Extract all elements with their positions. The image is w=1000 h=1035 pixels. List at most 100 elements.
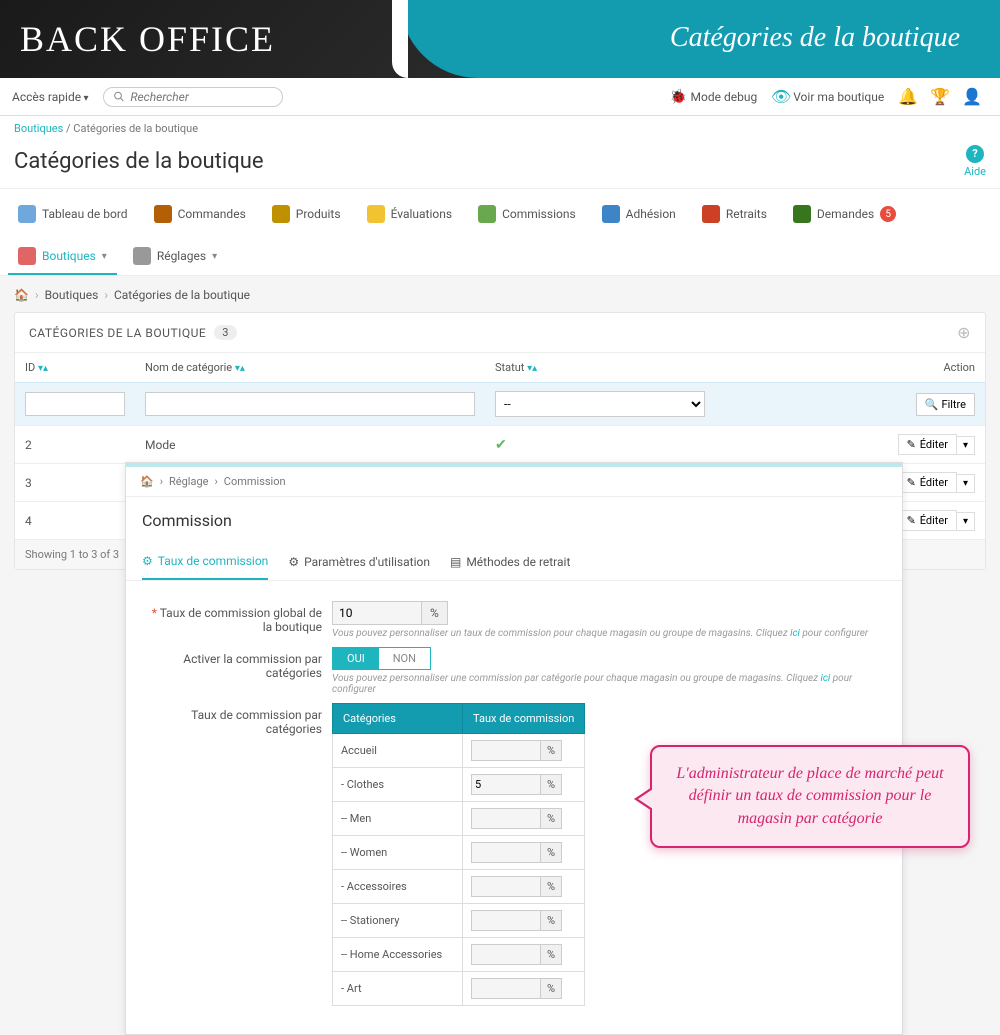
filter-id-input[interactable]	[25, 392, 125, 416]
quick-access-dropdown[interactable]: Accès rapide	[12, 90, 89, 104]
enable-bycat-toggle[interactable]: OUINON	[332, 647, 431, 670]
eye-icon: 👁	[773, 89, 789, 105]
hint-link[interactable]: ici	[820, 673, 830, 684]
col-name[interactable]: Nom de catégorie	[145, 361, 232, 374]
banner-title-right: Catégories de la boutique	[670, 22, 960, 54]
percent-addon: %	[541, 978, 562, 999]
home-icon[interactable]: 🏠	[140, 475, 154, 488]
user-avatar-icon[interactable]: 👤	[962, 87, 982, 106]
tab-dashboard[interactable]: Tableau de bord	[8, 197, 138, 233]
cat-name: -- Women	[333, 836, 463, 870]
overlay-tab-usage[interactable]: ⚙Paramètres d'utilisation	[288, 544, 430, 580]
cat-rate-input[interactable]	[471, 876, 541, 897]
help-button[interactable]: ?Aide	[964, 145, 986, 178]
percent-addon: %	[541, 774, 562, 795]
cat-rate-input[interactable]	[471, 842, 541, 863]
edit-dropdown[interactable]: ▾	[957, 436, 975, 455]
tab-products[interactable]: Produits	[262, 197, 351, 233]
overlay-tab-rate[interactable]: ⚙Taux de commission	[142, 544, 268, 580]
count-chip: 3	[214, 325, 237, 340]
tab-withdrawals[interactable]: Retraits	[692, 197, 777, 233]
chevron-down-icon: ▾	[212, 251, 217, 262]
percent-addon: %	[541, 842, 562, 863]
breadcrumb-current: Catégories de la boutique	[73, 122, 198, 135]
tab-requests[interactable]: Demandes5	[783, 197, 906, 233]
category-row: -- Women %	[333, 836, 585, 870]
category-row: -- Stationery %	[333, 904, 585, 938]
edit-button[interactable]: ✎ Éditer	[898, 434, 957, 455]
filter-button[interactable]: 🔍Filtre	[916, 393, 975, 416]
cat-rate-input[interactable]	[471, 944, 541, 965]
global-rate-label: Taux de commission global de la boutique	[160, 606, 322, 634]
category-row: - Accessoires %	[333, 870, 585, 904]
overlay-breadcrumb: 🏠› Réglage› Commission	[126, 467, 902, 497]
tab-ratings[interactable]: Évaluations	[357, 197, 463, 233]
edit-button[interactable]: ✎ Éditer	[898, 510, 957, 531]
col-status[interactable]: Statut	[495, 361, 524, 374]
banner-title-left: BACK OFFICE	[20, 18, 275, 60]
cat-name: -- Stationery	[333, 904, 463, 938]
bycat-hint: Vous pouvez personnaliser une commission…	[332, 673, 886, 695]
cat-rate-input[interactable]	[471, 808, 541, 829]
enable-bycat-label: Activer la commission par catégories	[183, 652, 322, 680]
category-row: -- Home Accessories %	[333, 938, 585, 972]
chevron-down-icon: ▾	[102, 251, 107, 262]
notifications-icon[interactable]: 🔔	[898, 87, 918, 106]
crumb2-shops[interactable]: Boutiques	[45, 288, 99, 302]
category-row: - Clothes %	[333, 768, 585, 802]
col-id[interactable]: ID	[25, 361, 35, 374]
edit-dropdown[interactable]: ▾	[957, 474, 975, 493]
cat-rate-input[interactable]	[471, 910, 541, 931]
tab-shops[interactable]: Boutiques▾	[8, 239, 117, 275]
global-rate-input[interactable]	[332, 601, 422, 625]
add-button[interactable]: ⊕	[957, 323, 971, 342]
star-icon	[367, 205, 385, 223]
cell-id: 2	[15, 426, 135, 464]
edit-dropdown[interactable]: ▾	[957, 512, 975, 531]
edit-button[interactable]: ✎ Éditer	[898, 472, 957, 493]
tab-membership[interactable]: Adhésion	[592, 197, 686, 233]
filter-status-select[interactable]: --	[495, 391, 705, 417]
col-action: Action	[943, 361, 975, 374]
gear-icon: ⚙	[142, 554, 153, 568]
cat-name: -- Home Accessories	[333, 938, 463, 972]
view-shop-link[interactable]: 👁Voir ma boutique	[773, 89, 884, 105]
tab-orders[interactable]: Commandes	[144, 197, 256, 233]
cat-rate-input[interactable]	[471, 740, 541, 761]
home-icon[interactable]: 🏠	[14, 288, 29, 302]
search-icon	[114, 91, 125, 103]
sort-icon[interactable]: ▾▴	[38, 363, 48, 374]
category-rate-table: CatégoriesTaux de commission Accueil %- …	[332, 703, 585, 1006]
money-icon	[478, 205, 496, 223]
percent-addon: %	[422, 601, 448, 625]
table-row[interactable]: 2 Mode ✔ ✎ Éditer▾	[15, 426, 985, 464]
tab-commissions[interactable]: Commissions	[468, 197, 586, 233]
products-icon	[272, 205, 290, 223]
cat-rate-input[interactable]	[471, 774, 541, 795]
breadcrumb: Boutiques / Catégories de la boutique	[0, 116, 1000, 141]
requests-badge: 5	[880, 206, 896, 222]
sort-icon[interactable]: ▾▴	[527, 363, 537, 374]
breadcrumb-root[interactable]: Boutiques	[14, 122, 63, 135]
category-row: -- Men %	[333, 802, 585, 836]
cat-name: -- Men	[333, 802, 463, 836]
pencil-icon: ✎	[907, 514, 916, 527]
cat-rate-input[interactable]	[471, 978, 541, 999]
tab-settings[interactable]: Réglages▾	[123, 239, 227, 275]
tooltip-callout: L'administrateur de place de marché peut…	[650, 745, 970, 848]
overlay-tab-withdraw[interactable]: ▤Méthodes de retrait	[450, 544, 570, 580]
pencil-icon: ✎	[907, 476, 916, 489]
cat-name: Accueil	[333, 734, 463, 768]
hint-link[interactable]: ici	[790, 628, 800, 639]
bycat-rate-label: Taux de commission par catégories	[191, 708, 322, 736]
sort-icon[interactable]: ▾▴	[235, 363, 245, 374]
filter-name-input[interactable]	[145, 392, 475, 416]
trophy-icon[interactable]: 🏆	[930, 87, 950, 106]
cell-name: Mode	[135, 426, 485, 464]
search-box[interactable]	[103, 87, 283, 107]
debug-mode-link[interactable]: 🐞Mode debug	[671, 89, 758, 105]
overlay-crumb-settings[interactable]: Réglage	[169, 475, 208, 488]
pencil-icon: ✎	[907, 438, 916, 451]
gear-icon: ⚙	[288, 555, 299, 569]
search-input[interactable]	[130, 90, 271, 104]
